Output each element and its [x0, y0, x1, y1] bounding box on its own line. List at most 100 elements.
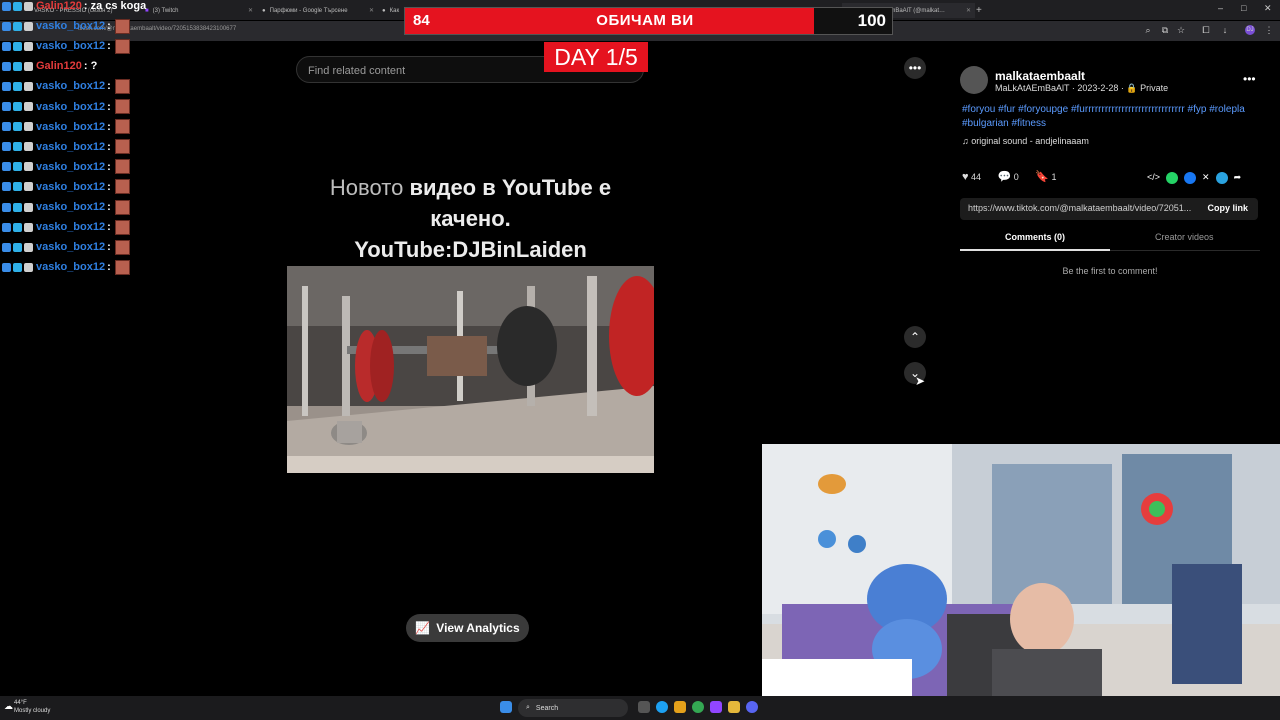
zoom-icon[interactable]: ⌕ — [1143, 25, 1153, 35]
copy-link-row: https://www.tiktok.com/@malkataembaalt/v… — [960, 198, 1258, 220]
chat-username[interactable]: vasko_box12 — [36, 181, 105, 193]
app-icon[interactable] — [710, 701, 722, 713]
folder-icon[interactable] — [728, 701, 740, 713]
menu-icon[interactable]: ⋮ — [1264, 25, 1274, 35]
chat-username[interactable]: vasko_box12 — [36, 161, 105, 173]
facebook-icon[interactable] — [1184, 172, 1197, 184]
emote-icon — [114, 18, 130, 34]
share-icon[interactable]: ➦ — [1234, 172, 1242, 184]
chat-badges — [2, 262, 33, 272]
taskbar-search[interactable]: ⌕ Search — [518, 699, 628, 717]
telegram-icon[interactable] — [1215, 172, 1228, 184]
chat-username[interactable]: vasko_box12 — [36, 201, 105, 213]
chat-badges — [2, 122, 33, 132]
chat-username[interactable]: Galin120 — [36, 60, 82, 72]
tab-label: Парфюми - Google Търсене — [269, 7, 348, 14]
embed-icon[interactable]: </> — [1147, 172, 1160, 184]
view-analytics-button[interactable]: 📈 View Analytics — [406, 614, 529, 642]
explorer-icon[interactable] — [674, 701, 686, 713]
star-icon[interactable]: ☆ — [1176, 25, 1186, 35]
comment-icon[interactable]: 💬 — [998, 171, 1012, 183]
browser-tab[interactable]: ● Парфюми - Google Търсене ✕ — [262, 3, 374, 18]
caption-text: видео в YouTube е качено. — [409, 175, 612, 231]
emote-icon — [114, 38, 130, 54]
badge-icon — [13, 262, 22, 272]
hashtags[interactable]: #foryou #fur #foryoupge #furrrrrrrrrrrrr… — [962, 103, 1262, 131]
download-icon[interactable]: ↓ — [1220, 25, 1230, 35]
chat-username[interactable]: vasko_box12 — [36, 241, 105, 253]
heart-icon[interactable]: ♥ — [962, 171, 969, 183]
weather-desc: Mostly cloudy — [14, 708, 51, 714]
tab-creator-videos[interactable]: Creator videos — [1155, 232, 1214, 242]
weather-widget[interactable]: 44°F Mostly cloudy — [14, 699, 50, 715]
chat-username[interactable]: vasko_box12 — [36, 80, 105, 92]
badge-icon — [13, 202, 22, 212]
badge-icon — [13, 222, 22, 232]
badge-icon — [2, 122, 11, 132]
copy-link-button[interactable]: Copy link — [1207, 203, 1248, 213]
badge-icon — [13, 242, 22, 252]
badge-icon — [24, 222, 33, 232]
badge-icon — [24, 1, 33, 11]
maximize-icon[interactable]: □ — [1241, 3, 1246, 13]
chat-username[interactable]: vasko_box12 — [36, 121, 105, 133]
close-icon[interactable]: ✕ — [248, 7, 253, 14]
install-icon[interactable]: ⧉ — [1160, 25, 1170, 35]
windows-start-icon[interactable] — [500, 701, 512, 713]
new-tab-button[interactable]: + — [976, 3, 984, 18]
chrome-icon[interactable] — [692, 701, 704, 713]
badge-icon — [24, 182, 33, 192]
webcam-scene — [762, 444, 1280, 720]
badge-icon — [13, 81, 22, 91]
minimize-icon[interactable]: – — [1218, 3, 1223, 13]
x-icon[interactable]: ✕ — [1202, 172, 1210, 184]
badge-icon — [24, 81, 33, 91]
discord-icon[interactable] — [746, 701, 758, 713]
close-icon[interactable]: ✕ — [369, 7, 374, 14]
chat-text: : — [107, 241, 111, 254]
browser-tab[interactable]: ■ (3) Twitch ✕ — [145, 3, 253, 18]
badge-icon — [13, 61, 22, 71]
sound-row[interactable]: ♫ original sound - andjelinaaam — [962, 136, 1089, 146]
close-icon[interactable]: ✕ — [966, 7, 971, 14]
badge-icon — [2, 102, 11, 111]
badge-icon — [2, 81, 11, 91]
chat-username[interactable]: vasko_box12 — [36, 261, 105, 273]
chat-username[interactable]: Galin120 — [36, 0, 82, 12]
badge-icon — [2, 41, 11, 51]
emote-icon — [114, 159, 130, 175]
badge-icon — [13, 162, 22, 172]
tab-label: (3) Twitch — [152, 7, 179, 14]
chat-username[interactable]: vasko_box12 — [36, 221, 105, 233]
close-window-icon[interactable]: ✕ — [1264, 3, 1272, 14]
badge-icon — [13, 142, 22, 152]
whatsapp-icon[interactable] — [1166, 172, 1179, 184]
avatar[interactable] — [960, 66, 988, 94]
bookmark-icon[interactable]: 🔖 — [1035, 171, 1049, 183]
goal-target: 100 — [857, 11, 886, 30]
emote-icon — [114, 78, 130, 94]
badge-icon — [24, 162, 33, 172]
chat-username[interactable]: vasko_box12 — [36, 40, 105, 52]
username[interactable]: malkataembaalt — [995, 69, 1085, 83]
more-icon: ••• — [908, 61, 922, 75]
webcam-feed — [762, 444, 1280, 720]
chat-username[interactable]: vasko_box12 — [36, 20, 105, 32]
previous-video-button[interactable]: ⌃ — [904, 326, 926, 348]
extensions-icon[interactable]: ⧠ — [1201, 25, 1211, 35]
more-icon[interactable]: ••• — [1243, 72, 1256, 86]
chat-username[interactable]: vasko_box12 — [36, 141, 105, 153]
badge-icon — [2, 202, 11, 212]
avatar[interactable]: DJ — [1245, 25, 1255, 35]
badge-icon — [2, 262, 11, 272]
emote-icon — [114, 259, 130, 275]
more-options-button[interactable]: ••• — [904, 57, 926, 79]
chat-username[interactable]: vasko_box12 — [36, 101, 105, 113]
badge-icon — [2, 182, 11, 192]
chat-message: Galin120: za cs koga — [2, 0, 146, 15]
edge-icon[interactable] — [656, 701, 668, 713]
video-link[interactable]: https://www.tiktok.com/@malkataembaalt/v… — [968, 203, 1204, 213]
tab-comments[interactable]: Comments (0) — [1005, 232, 1065, 242]
task-view-icon[interactable] — [638, 701, 650, 713]
active-tab-indicator — [960, 249, 1110, 251]
